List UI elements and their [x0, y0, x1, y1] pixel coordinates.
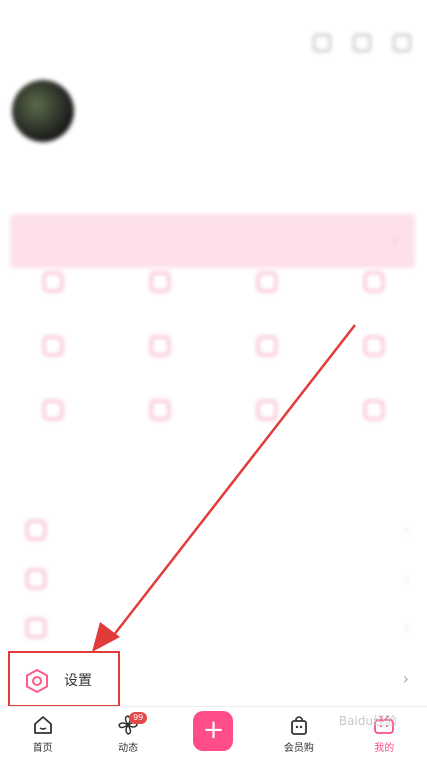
service-row[interactable]: ›: [0, 557, 427, 601]
feature-icon: [150, 400, 171, 420]
grid-item[interactable]: [0, 400, 107, 446]
watermark: Baidu经验: [338, 714, 397, 728]
grid-item[interactable]: [320, 400, 427, 446]
stats-row: [0, 166, 427, 174]
feature-icon: [256, 272, 277, 292]
shirt-icon[interactable]: [353, 34, 371, 52]
grid-item[interactable]: [320, 272, 427, 318]
home-icon: [33, 716, 52, 734]
theme-icon[interactable]: [393, 34, 411, 52]
grid-item[interactable]: [0, 336, 107, 382]
chevron-right-icon: ›: [404, 523, 409, 537]
plus-icon: +: [193, 711, 234, 751]
scan-icon[interactable]: [313, 34, 331, 52]
tab-label: 会员购: [283, 743, 314, 754]
highlight-box: [8, 651, 120, 707]
feature-icon: [363, 400, 384, 420]
tab-label: 我的: [374, 743, 395, 754]
feature-icon: [43, 336, 64, 356]
tab-home[interactable]: 首页: [8, 709, 78, 755]
service-icon: [26, 569, 46, 589]
vip-banner[interactable]: ›: [10, 214, 415, 268]
tab-member-shop[interactable]: 会员购: [264, 709, 334, 755]
grid-item[interactable]: [214, 336, 321, 382]
feature-icon: [43, 400, 64, 420]
tab-label: 动态: [118, 743, 139, 754]
tab-publish[interactable]: +: [178, 709, 248, 755]
chevron-right-icon: ›: [404, 621, 409, 635]
tab-label: 首页: [32, 743, 53, 754]
service-row[interactable]: ›: [0, 606, 427, 650]
grid-item[interactable]: [214, 400, 321, 446]
grid-item[interactable]: [107, 272, 214, 318]
service-icon: [26, 520, 46, 540]
grid-item[interactable]: [214, 272, 321, 318]
chevron-right-icon: ›: [404, 572, 409, 586]
settings-row[interactable]: 设置 ›: [0, 651, 427, 707]
grid-item[interactable]: [320, 336, 427, 382]
grid-item[interactable]: [107, 336, 214, 382]
service-row[interactable]: ›: [0, 508, 427, 552]
feature-icon: [363, 336, 384, 356]
grid-item[interactable]: [0, 272, 107, 318]
feature-icon: [363, 272, 384, 292]
notification-badge: 99: [129, 712, 148, 724]
chevron-right-icon: ›: [402, 669, 409, 688]
top-icons: [313, 34, 411, 52]
grid-item[interactable]: [107, 400, 214, 446]
feature-grid: [0, 272, 427, 446]
feature-icon: [150, 336, 171, 356]
feature-icon: [256, 400, 277, 420]
chevron-right-icon: ›: [392, 234, 397, 248]
avatar[interactable]: [12, 80, 74, 142]
feature-icon: [256, 336, 277, 356]
blurred-background: › › › ›: [0, 0, 427, 652]
feature-icon: [150, 272, 171, 292]
tab-dynamic[interactable]: 99 动态: [93, 709, 163, 755]
feature-icon: [43, 272, 64, 292]
profile-card[interactable]: [12, 80, 412, 150]
shopping-bag-icon: [290, 716, 307, 735]
status-bar: [0, 0, 427, 24]
service-icon: [26, 618, 46, 638]
